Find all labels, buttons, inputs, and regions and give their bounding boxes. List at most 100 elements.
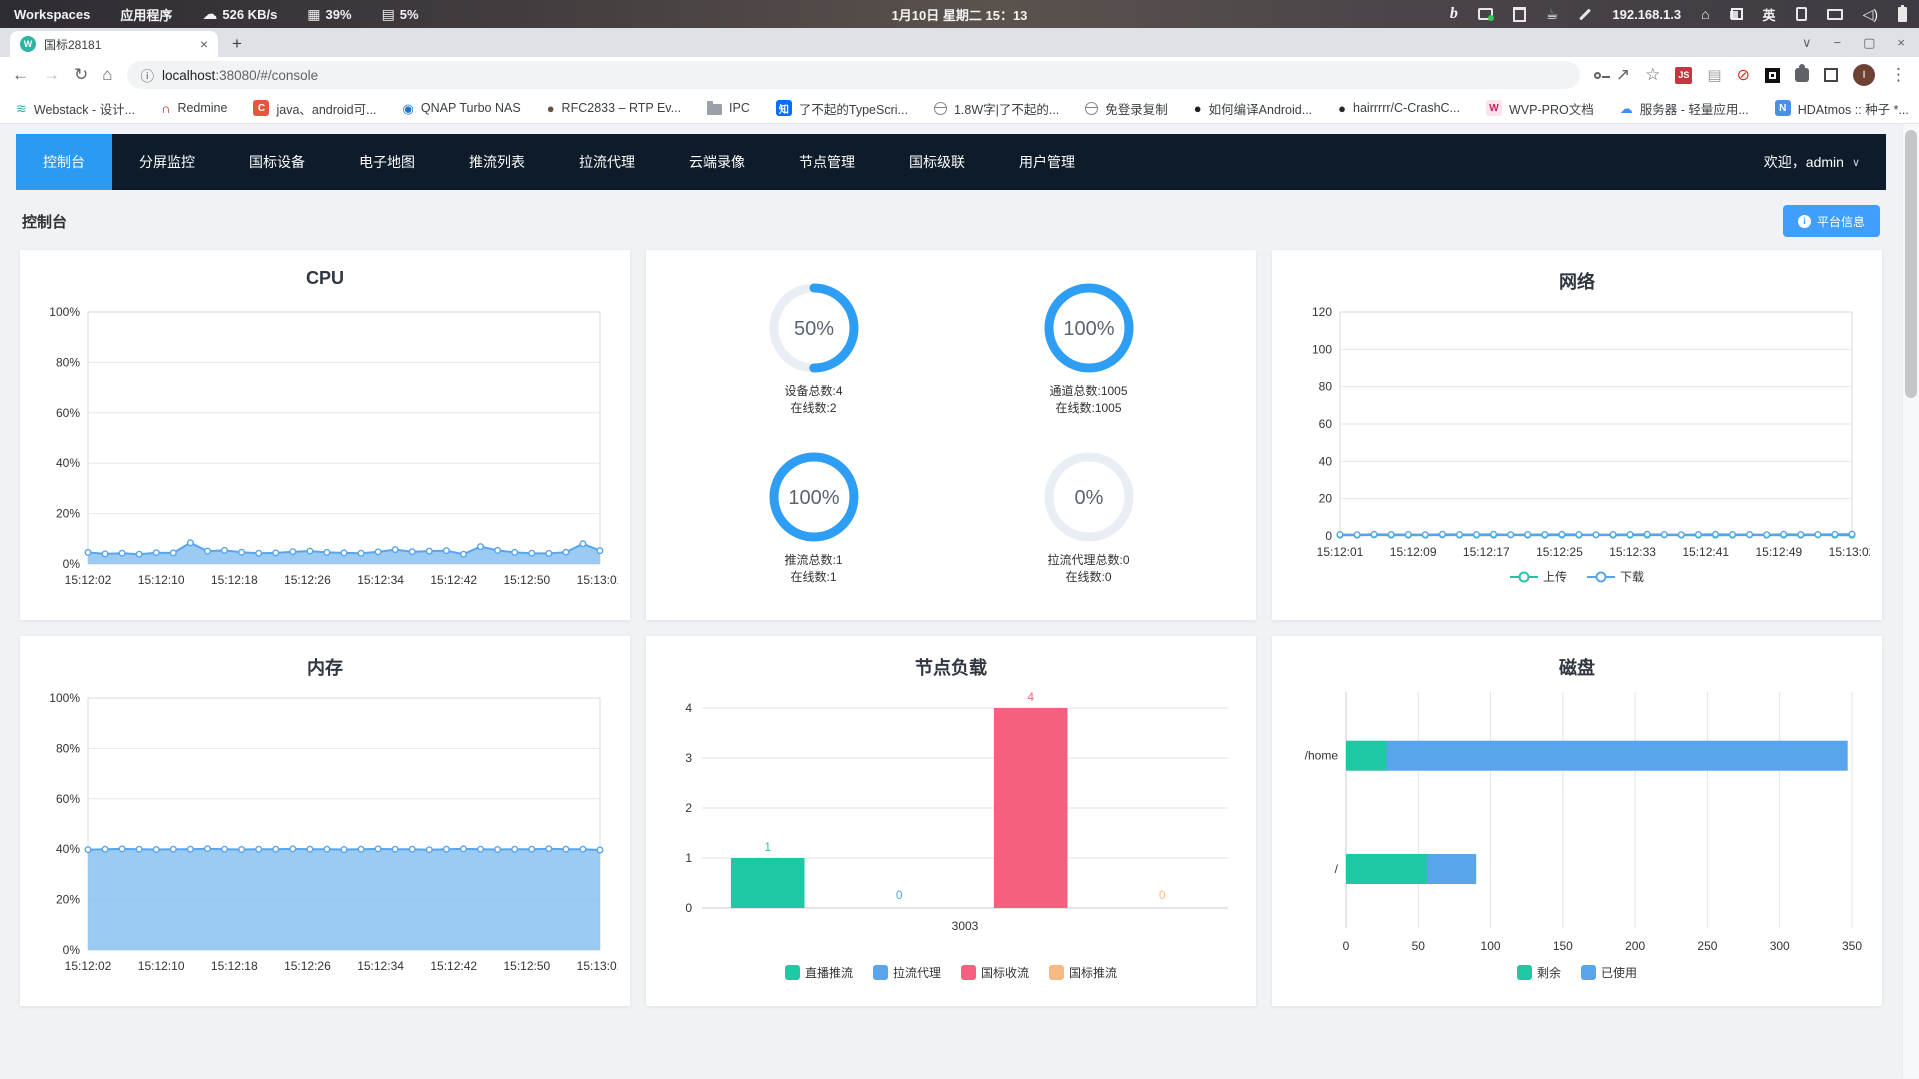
bookmark-item[interactable]: ● hairrrrr/C-CrashC...	[1338, 101, 1460, 115]
window-minimize-button[interactable]: −	[1834, 35, 1842, 50]
nav-item-拉流代理[interactable]: 拉流代理	[552, 134, 662, 190]
svg-text:40: 40	[1319, 454, 1333, 468]
extensions-puzzle-icon[interactable]	[1795, 64, 1809, 82]
legend-item[interactable]: 剩余	[1516, 964, 1561, 981]
bookmark-label: hairrrrr/C-CrashC...	[1353, 101, 1460, 115]
screenshot-tray-icon[interactable]	[1477, 8, 1494, 21]
clipboard-tray-icon[interactable]	[1512, 6, 1526, 22]
tab-favicon: W	[20, 36, 36, 52]
legend-item[interactable]: 直播推流	[784, 964, 853, 981]
nav-item-分屏监控[interactable]: 分屏监控	[112, 134, 222, 190]
svg-text:/: /	[1335, 862, 1339, 876]
bookmark-item[interactable]: ◉ QNAP Turbo NAS	[403, 101, 521, 115]
extension-js-icon[interactable]: JS	[1675, 66, 1693, 84]
bookmark-label: java、android可...	[276, 102, 377, 117]
bookmark-item[interactable]: 免登录复制	[1085, 99, 1168, 118]
legend-item[interactable]: 国标推流	[1049, 964, 1117, 981]
legend-item[interactable]: 拉流代理	[872, 964, 941, 981]
bookmark-star-icon[interactable]: ☆	[1645, 65, 1660, 85]
bookmark-label: 如何编译Android...	[1208, 102, 1313, 117]
new-tab-button[interactable]: +	[232, 34, 242, 57]
back-button[interactable]: ←	[12, 65, 29, 85]
svg-text:0: 0	[685, 901, 692, 915]
volume-icon[interactable]: ◁)	[1863, 7, 1878, 21]
page-scrollbar[interactable]	[1902, 124, 1919, 1078]
bookmark-label: 了不起的TypeScri...	[798, 102, 908, 117]
svg-text:1: 1	[685, 851, 692, 865]
page-viewport: 控制台 分屏监控 国标设备 电子地图 推流列表 拉流代理 云端录像 节点管理 国标级联 用户管理 …	[0, 124, 1919, 1078]
bookmark-item[interactable]: Cjava、android可...	[253, 99, 377, 118]
bookmark-favicon: C	[253, 100, 270, 116]
extension-frame-icon[interactable]	[1824, 68, 1838, 82]
bing-tray-icon[interactable]: b	[1450, 5, 1458, 23]
svg-text:350: 350	[1842, 939, 1862, 953]
share-icon[interactable]: ↗	[1616, 65, 1630, 85]
nav-item-国标级联[interactable]: 国标级联	[882, 134, 992, 190]
nav-item-国标设备[interactable]: 国标设备	[222, 134, 332, 190]
svg-text:1: 1	[764, 840, 771, 854]
nav-item-推流列表[interactable]: 推流列表	[442, 134, 552, 190]
windows-tray-icon[interactable]	[1729, 7, 1743, 21]
browser-address-bar: ← → ↻ ⌂ ⓘ localhost:38080/#/console ↗ ☆ …	[0, 57, 1919, 93]
user-menu[interactable]: 欢迎，admin ∨	[1764, 152, 1886, 172]
clock[interactable]: 1月10日 星期二 15：13	[892, 5, 1028, 24]
profile-avatar[interactable]: I	[1853, 64, 1875, 86]
nav-item-用户管理[interactable]: 用户管理	[992, 134, 1102, 190]
bookmark-item[interactable]: W WVP-PRO文档	[1485, 99, 1594, 118]
svg-text:0: 0	[1325, 529, 1332, 543]
svg-text:15:12:33: 15:12:33	[1609, 545, 1656, 559]
nav-item-云端录像[interactable]: 云端录像	[662, 134, 772, 190]
nav-item-电子地图[interactable]: 电子地图	[332, 134, 442, 190]
legend-item[interactable]: 已使用	[1581, 964, 1637, 981]
extension-dark-icon[interactable]	[1765, 67, 1780, 83]
legend-item[interactable]: 上传	[1509, 568, 1567, 585]
password-manager-icon[interactable]	[1593, 71, 1610, 79]
bookmark-favicon: ∩	[161, 100, 171, 116]
rotate-icon[interactable]	[1795, 7, 1807, 21]
disk-chart: 0 50 100 150 200 250 300 350/home /	[1305, 692, 1862, 953]
tool-tray-icon[interactable]	[1579, 7, 1592, 21]
home-button[interactable]: ⌂	[102, 65, 112, 85]
nav-item-控制台[interactable]: 控制台	[16, 134, 112, 190]
bookmark-item[interactable]: N HDAtmos :: 种子 *...	[1774, 99, 1909, 118]
url-field[interactable]: ⓘ localhost:38080/#/console	[126, 61, 1580, 89]
nav-item-节点管理[interactable]: 节点管理	[772, 134, 882, 190]
bookmark-item[interactable]: ≋ Webstack - 设计...	[16, 99, 135, 118]
window-restore-button[interactable]: ▢	[1863, 35, 1875, 51]
svg-text:40%: 40%	[56, 456, 80, 470]
bookmark-item[interactable]: 1.8W字|了不起的...	[933, 99, 1059, 118]
coffee-tray-icon[interactable]: ☕	[1546, 7, 1559, 21]
browser-menu-icon[interactable]: ⋮	[1890, 65, 1907, 85]
stat-circle: 100% 推流总数:1 在线数:1	[766, 449, 862, 586]
tab-search-chevron-icon[interactable]: ∨	[1802, 35, 1812, 51]
bookmark-item[interactable]: ☁ 服务器 - 轻量应用...	[1620, 99, 1749, 118]
browser-tab[interactable]: W 国标28181 ×	[10, 31, 218, 57]
bookmark-item[interactable]: ∩ Redmine	[161, 101, 227, 115]
scrollbar-thumb[interactable]	[1905, 130, 1917, 398]
window-close-button[interactable]: ×	[1897, 35, 1905, 50]
bookmark-item[interactable]: ● 如何编译Android...	[1194, 99, 1312, 118]
bookmark-label: WVP-PRO文档	[1508, 102, 1594, 117]
extension-doc-icon[interactable]: ▤	[1707, 66, 1721, 84]
svg-text:15:12:41: 15:12:41	[1682, 545, 1729, 559]
workspaces-button[interactable]: Workspaces	[14, 7, 90, 22]
input-method-indicator[interactable]: 英	[1763, 5, 1776, 24]
platform-info-button[interactable]: i 平台信息	[1782, 205, 1880, 237]
site-info-icon[interactable]: ⓘ	[141, 65, 155, 85]
display-icon[interactable]	[1826, 8, 1843, 20]
bookmark-item[interactable]: 知了不起的TypeScri...	[775, 99, 908, 118]
svg-text:40%: 40%	[56, 842, 80, 856]
bookmark-item[interactable]: ● RFC2833 – RTP Ev...	[547, 101, 681, 115]
bookmark-item[interactable]: IPC	[707, 100, 750, 115]
legend-item[interactable]: 下载	[1587, 568, 1644, 585]
svg-text:80: 80	[1319, 380, 1333, 394]
tab-close-icon[interactable]: ×	[200, 36, 208, 52]
forward-button[interactable]: →	[43, 65, 60, 85]
svg-text:15:12:26: 15:12:26	[284, 573, 331, 587]
reload-button[interactable]: ↻	[74, 65, 88, 85]
applications-button[interactable]: 应用程序	[120, 5, 172, 24]
svg-text:15:12:01: 15:12:01	[1317, 545, 1364, 559]
legend-item[interactable]: 国标收流	[961, 964, 1029, 981]
extension-blocker-icon[interactable]: ⊘	[1737, 65, 1750, 85]
home-tray-icon[interactable]: ⌂	[1701, 7, 1709, 21]
